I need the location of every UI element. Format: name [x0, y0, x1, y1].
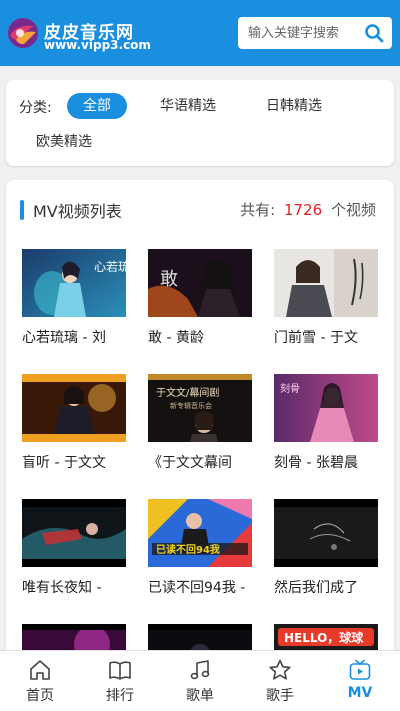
mv-thumbnail[interactable]: 刻骨: [274, 374, 378, 442]
mv-item[interactable]: 已读不回94我 已读不回94我 -: [148, 499, 252, 597]
top-header: 皮皮音乐网 www.vipp3.com: [0, 0, 400, 66]
mv-title[interactable]: 已读不回94我 -: [148, 577, 248, 597]
mv-item[interactable]: 盲听 - 于文文: [22, 374, 126, 472]
home-icon: [30, 660, 50, 680]
search-box: [238, 17, 392, 49]
nav-mv[interactable]: MV: [320, 651, 400, 711]
mv-item[interactable]: 刻骨 刻骨 - 张碧晨: [274, 374, 378, 472]
nav-home-label: 首页: [26, 688, 54, 704]
mv-title[interactable]: 然后我们成了: [274, 577, 374, 597]
mv-thumbnail[interactable]: 心若琉璃: [22, 249, 126, 317]
video-count: 共有: 1726 个视频: [240, 199, 376, 220]
mv-title[interactable]: 唯有长夜知 -: [22, 577, 122, 597]
mv-list-card: MV视频列表 共有: 1726 个视频 心若琉璃 心若琉璃 - 刘: [6, 180, 394, 660]
thumb-title-text: 敢: [160, 269, 178, 290]
nav-singer[interactable]: 歌手: [240, 651, 320, 711]
music-note-icon: [190, 660, 210, 680]
site-url: www.vipp3.com: [44, 38, 151, 52]
nav-playlist-label: 歌单: [186, 688, 214, 704]
mv-thumbnail[interactable]: [274, 499, 378, 567]
category-chinese-button[interactable]: 华语精选: [150, 93, 226, 119]
mv-title[interactable]: 敢 - 黄龄: [148, 327, 248, 347]
thumb-subtitle-text: 新专辑音乐会: [170, 401, 212, 410]
thumb-title-text: 心若琉璃: [94, 260, 126, 274]
bottom-nav: 首页 排行 歌单 歌手 MV: [0, 650, 400, 711]
video-count-suffix: 个视频: [330, 201, 376, 219]
section-accent-bar: [20, 200, 24, 220]
star-icon: [269, 659, 291, 680]
nav-playlist[interactable]: 歌单: [160, 651, 240, 711]
category-label: 分类:: [19, 100, 52, 116]
mv-item[interactable]: 敢 敢 - 黄龄: [148, 249, 252, 347]
mv-thumbnail[interactable]: 已读不回94我: [148, 499, 252, 567]
mv-item[interactable]: 唯有长夜知 -: [22, 499, 126, 597]
category-western-button[interactable]: 欧美精选: [26, 129, 102, 155]
site-logo-icon[interactable]: [6, 16, 40, 50]
mv-title[interactable]: 盲听 - 于文文: [22, 452, 122, 472]
mv-title[interactable]: 心若琉璃 - 刘: [22, 327, 122, 347]
mv-item[interactable]: 然后我们成了: [274, 499, 378, 597]
category-all-button[interactable]: 全部: [67, 93, 127, 119]
nav-singer-label: 歌手: [266, 688, 294, 704]
mv-thumbnail[interactable]: 敢: [148, 249, 252, 317]
mv-title[interactable]: 门前雪 - 于文: [274, 327, 374, 347]
mv-thumbnail[interactable]: [22, 499, 126, 567]
category-filter-card: 分类: 全部 华语精选 日韩精选 欧美精选: [6, 80, 394, 166]
thumb-title-text: 于文文/幕间剧: [156, 386, 219, 399]
mv-item[interactable]: 门前雪 - 于文: [274, 249, 378, 347]
search-icon[interactable]: [364, 23, 384, 43]
mv-list-title: MV视频列表: [33, 202, 122, 221]
thumb-title-text: HELLO，球球: [284, 630, 364, 645]
mv-item[interactable]: 心若琉璃 心若琉璃 - 刘: [22, 249, 126, 347]
category-jpkr-button[interactable]: 日韩精选: [256, 93, 332, 119]
mv-item[interactable]: 于文文/幕间剧 新专辑音乐会 《于文文幕间: [148, 374, 252, 472]
nav-home[interactable]: 首页: [0, 651, 80, 711]
book-icon: [109, 661, 131, 680]
nav-rank-label: 排行: [106, 688, 134, 704]
mv-thumbnail[interactable]: 于文文/幕间剧 新专辑音乐会: [148, 374, 252, 442]
video-count-prefix: 共有:: [240, 201, 276, 219]
tv-icon: [349, 659, 371, 680]
mv-thumbnail[interactable]: [274, 249, 378, 317]
mv-thumbnail[interactable]: [22, 374, 126, 442]
mv-title[interactable]: 《于文文幕间: [148, 452, 248, 472]
video-count-number: 1726: [284, 201, 323, 219]
nav-rank[interactable]: 排行: [80, 651, 160, 711]
thumb-title-text: 已读不回94我: [156, 543, 220, 556]
mv-title[interactable]: 刻骨 - 张碧晨: [274, 452, 374, 472]
thumb-title-text: 刻骨: [280, 382, 300, 395]
nav-mv-label: MV: [347, 685, 373, 701]
search-input[interactable]: [238, 17, 362, 49]
